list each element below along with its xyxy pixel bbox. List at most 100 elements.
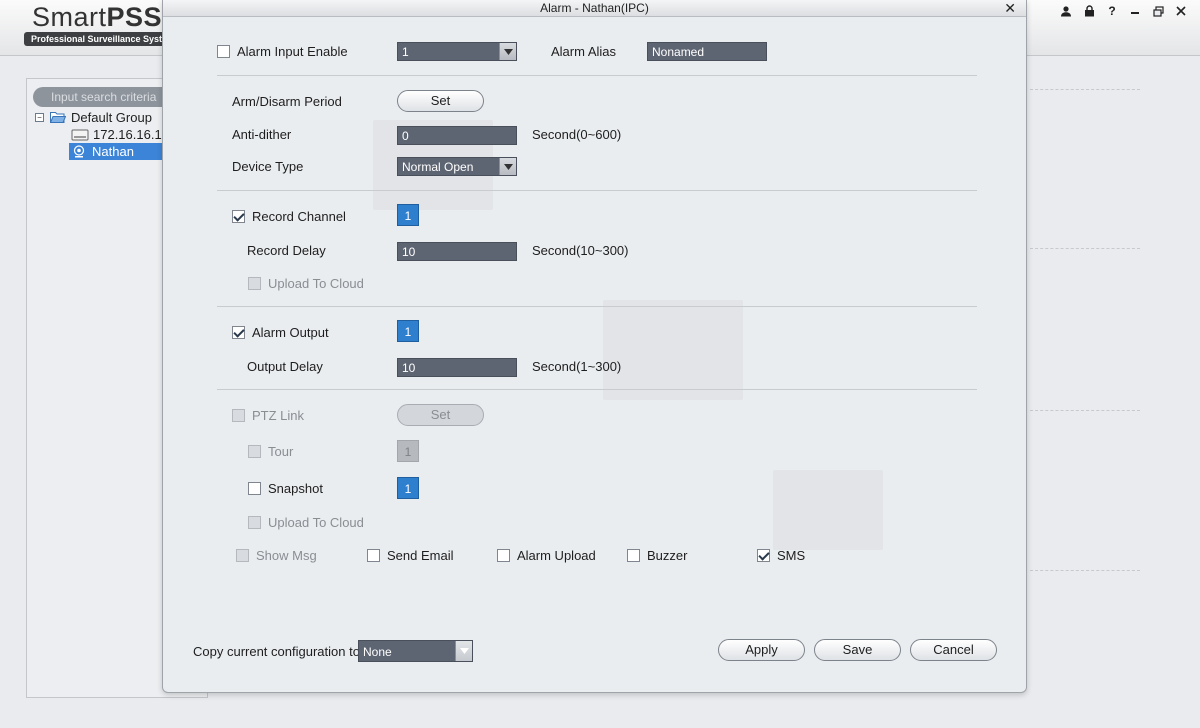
alarm-input-enable-checkbox[interactable] (217, 44, 230, 58)
device-type-label: Device Type (232, 158, 304, 174)
record-delay-input[interactable]: 10 (397, 242, 517, 261)
alarm-alias-row: Alarm Alias (551, 40, 616, 62)
send-email-label: Send Email (387, 547, 454, 563)
apply-button[interactable]: Apply (718, 639, 805, 661)
send-email-checkbox[interactable] (367, 548, 380, 562)
hard-drive-icon (71, 128, 89, 142)
chevron-down-icon[interactable] (499, 43, 516, 60)
anti-dither-unit-row: Second(0~600) (532, 123, 621, 145)
lock-icon[interactable] (1080, 3, 1098, 19)
copy-config-value: None (363, 645, 392, 659)
tree-device-selected-label: Nathan (92, 144, 134, 159)
anti-dither-row: Anti-dither (232, 123, 291, 145)
upload-to-cloud-record[interactable]: Upload To Cloud (248, 272, 364, 294)
save-button[interactable]: Save (814, 639, 901, 661)
alarm-input-enable-label: Alarm Input Enable (237, 43, 348, 59)
chevron-down-icon[interactable] (499, 158, 516, 175)
minimize-icon[interactable] (1126, 3, 1144, 19)
snapshot-chip[interactable]: 1 (397, 477, 419, 499)
alarm-input-enable[interactable]: Alarm Input Enable (217, 40, 348, 62)
show-msg-label: Show Msg (256, 547, 317, 563)
divider (1030, 570, 1140, 571)
user-icon[interactable] (1057, 3, 1075, 19)
upload-to-cloud-record-checkbox[interactable] (248, 276, 261, 290)
anti-dither-label: Anti-dither (232, 126, 292, 142)
alarm-output[interactable]: Alarm Output (232, 321, 329, 343)
record-delay-unit: Second(10~300) (532, 242, 629, 258)
background-panel (603, 300, 743, 400)
device-type-select[interactable]: Normal Open (397, 157, 517, 176)
sms-checkbox[interactable] (757, 548, 770, 562)
tour-chip[interactable]: 1 (397, 440, 419, 462)
alarm-input-select[interactable]: 1 (397, 42, 517, 61)
alarm-output-chip[interactable]: 1 (397, 320, 419, 342)
output-delay-unit: Second(1~300) (532, 358, 622, 374)
dialog-close-icon[interactable]: ✕ (1004, 0, 1016, 16)
record-channel-chip[interactable]: 1 (397, 204, 419, 226)
alarm-upload-checkbox[interactable] (497, 548, 510, 562)
output-delay-input[interactable]: 10 (397, 358, 517, 377)
anti-dither-unit: Second(0~600) (532, 126, 622, 142)
collapse-icon[interactable]: − (35, 113, 44, 122)
anti-dither-input[interactable]: 0 (397, 126, 517, 145)
ptz-link-checkbox[interactable] (232, 408, 245, 422)
device-type-value: Normal Open (402, 160, 474, 174)
ptz-set-button[interactable]: Set (397, 404, 484, 426)
tree-group-label: Default Group (71, 110, 152, 125)
divider (1030, 89, 1140, 90)
arm-disarm-set-button[interactable]: Set (397, 90, 484, 112)
record-delay-label: Record Delay (247, 242, 326, 258)
output-delay-label: Output Delay (247, 358, 323, 374)
alarm-alias-input[interactable]: Nonamed (647, 42, 767, 61)
alarm-upload[interactable]: Alarm Upload (497, 544, 596, 566)
tour[interactable]: Tour (248, 440, 293, 462)
tour-checkbox[interactable] (248, 444, 261, 458)
ptz-link[interactable]: PTZ Link (232, 404, 304, 426)
alarm-input-value: 1 (402, 45, 409, 59)
arm-disarm-label: Arm/Disarm Period (232, 93, 342, 109)
background-panel (773, 470, 883, 550)
upload-to-cloud-snapshot-label: Upload To Cloud (268, 514, 364, 530)
chevron-down-icon[interactable] (455, 641, 472, 661)
sms[interactable]: SMS (757, 544, 805, 566)
folder-open-icon (50, 111, 66, 124)
ptz-link-label: PTZ Link (252, 407, 305, 423)
buzzer[interactable]: Buzzer (627, 544, 687, 566)
tree-device-ip[interactable]: 172.16.16.17 (71, 126, 169, 143)
upload-to-cloud-snapshot[interactable]: Upload To Cloud (248, 511, 364, 533)
alarm-output-checkbox[interactable] (232, 325, 245, 339)
copy-config-label: Copy current configuration to (193, 643, 360, 659)
upload-to-cloud-record-label: Upload To Cloud (268, 275, 364, 291)
show-msg-checkbox[interactable] (236, 548, 249, 562)
tree-device-ip-label: 172.16.16.17 (93, 127, 169, 142)
tour-label: Tour (268, 443, 294, 459)
camera-icon (72, 145, 86, 158)
tree-device-selected[interactable]: Nathan (69, 143, 174, 160)
send-email[interactable]: Send Email (367, 544, 453, 566)
close-icon[interactable] (1172, 3, 1190, 19)
alarm-alias-label: Alarm Alias (551, 43, 617, 59)
record-channel-label: Record Channel (252, 208, 346, 224)
tree-group-default[interactable]: − Default Group (35, 109, 152, 126)
copy-config-select[interactable]: None (358, 640, 473, 662)
show-msg[interactable]: Show Msg (236, 544, 317, 566)
section-divider (217, 389, 977, 390)
record-delay-unit-row: Second(10~300) (532, 239, 629, 261)
sms-label: SMS (777, 547, 806, 563)
upload-to-cloud-snapshot-checkbox[interactable] (248, 515, 261, 529)
buzzer-checkbox[interactable] (627, 548, 640, 562)
section-divider (217, 75, 977, 76)
help-icon[interactable]: ? (1103, 3, 1121, 19)
restore-icon[interactable] (1149, 3, 1167, 19)
buzzer-label: Buzzer (647, 547, 688, 563)
record-channel[interactable]: Record Channel (232, 205, 346, 227)
output-delay-row: Output Delay (247, 355, 323, 377)
record-channel-checkbox[interactable] (232, 209, 245, 223)
copy-config-row: Copy current configuration to (193, 640, 360, 662)
snapshot[interactable]: Snapshot (248, 477, 323, 499)
snapshot-label: Snapshot (268, 480, 323, 496)
cancel-button[interactable]: Cancel (910, 639, 997, 661)
alarm-upload-label: Alarm Upload (517, 547, 596, 563)
app-logo-subtitle: Professional Surveillance System (24, 32, 174, 46)
snapshot-checkbox[interactable] (248, 481, 261, 495)
